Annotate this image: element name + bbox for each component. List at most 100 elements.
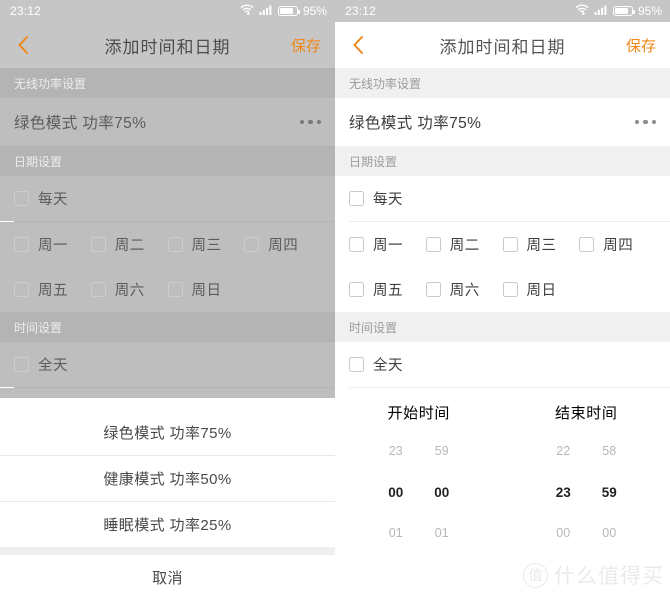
end-minute-prev[interactable]: 58 bbox=[586, 431, 632, 472]
start-time-picker: 23 00 01 59 00 01 bbox=[335, 431, 503, 554]
start-minute-next[interactable]: 01 bbox=[419, 513, 465, 554]
checkbox-item-sat[interactable]: 周六 bbox=[425, 279, 503, 300]
checkbox-thu[interactable] bbox=[244, 237, 260, 252]
checkbox-row-allday[interactable]: 全天 bbox=[0, 342, 335, 387]
checkbox-item-everyday[interactable]: 每天 bbox=[14, 188, 68, 209]
checkbox-label-everyday: 每天 bbox=[373, 192, 403, 208]
checkbox-item-sun[interactable]: 周日 bbox=[502, 279, 580, 300]
checkbox-item-wed[interactable]: 周三 bbox=[502, 234, 580, 255]
start-hour-next[interactable]: 01 bbox=[373, 513, 419, 554]
checkbox-sat[interactable] bbox=[90, 282, 106, 297]
action-sheet-cancel-button[interactable]: 取消 bbox=[0, 555, 335, 600]
checkbox-label-sun: 周日 bbox=[526, 283, 557, 299]
checkbox-item-allday[interactable]: 全天 bbox=[14, 354, 68, 375]
status-bar-indicators: 95% bbox=[240, 4, 327, 18]
more-horizontal-icon[interactable] bbox=[634, 119, 656, 125]
checkbox-everyday[interactable] bbox=[349, 191, 364, 206]
checkbox-allday[interactable] bbox=[349, 357, 364, 372]
time-picker-body: 23 00 01 59 00 01 22 23 00 58 59 00 bbox=[335, 431, 670, 554]
end-hour-wheel[interactable]: 22 23 00 bbox=[540, 431, 586, 554]
end-hour-selected[interactable]: 23 bbox=[540, 472, 586, 513]
start-hour-prev[interactable]: 23 bbox=[373, 431, 419, 472]
battery-percent-label: 95% bbox=[302, 4, 327, 18]
checkbox-fri[interactable] bbox=[349, 282, 364, 297]
wifi-icon bbox=[240, 4, 254, 18]
checkbox-row-weekdays-2: 周五 周六 周日 bbox=[335, 267, 670, 312]
checkbox-item-fri[interactable]: 周五 bbox=[14, 279, 91, 300]
checkbox-item-everyday[interactable]: 每天 bbox=[349, 188, 403, 209]
checkbox-allday[interactable] bbox=[14, 357, 29, 372]
checkbox-row-everyday[interactable]: 每天 bbox=[0, 176, 335, 221]
phone-screen-left: 23:12 95% 添加时间和日期 保存 无线功率设置 绿色模式 功率75% 日… bbox=[0, 0, 335, 600]
end-time-picker: 22 23 00 58 59 00 bbox=[503, 431, 670, 554]
section-header-time: 时间设置 bbox=[335, 312, 670, 342]
checkbox-sat[interactable] bbox=[425, 282, 441, 297]
checkbox-item-wed[interactable]: 周三 bbox=[167, 234, 245, 255]
dimmed-filler bbox=[0, 388, 335, 398]
checkbox-wed[interactable] bbox=[167, 237, 183, 252]
checkbox-row-allday[interactable]: 全天 bbox=[335, 342, 670, 387]
section-header-date: 日期设置 bbox=[0, 146, 335, 176]
section-header-time: 时间设置 bbox=[0, 312, 335, 342]
page-title: 添加时间和日期 bbox=[104, 37, 231, 57]
checkbox-item-tue[interactable]: 周二 bbox=[425, 234, 503, 255]
checkbox-sun[interactable] bbox=[502, 282, 518, 297]
checkbox-item-mon[interactable]: 周一 bbox=[14, 234, 91, 255]
end-minute-selected[interactable]: 59 bbox=[586, 472, 632, 513]
checkbox-item-tue[interactable]: 周二 bbox=[90, 234, 168, 255]
end-minute-next[interactable]: 00 bbox=[586, 513, 632, 554]
start-minute-wheel[interactable]: 59 00 01 bbox=[419, 431, 465, 554]
power-mode-row[interactable]: 绿色模式 功率75% bbox=[0, 98, 335, 146]
checkbox-item-allday[interactable]: 全天 bbox=[349, 354, 403, 375]
checkbox-label-allday: 全天 bbox=[38, 358, 68, 374]
action-sheet-gap bbox=[0, 547, 335, 555]
start-hour-selected[interactable]: 00 bbox=[373, 472, 419, 513]
checkbox-sun[interactable] bbox=[167, 282, 183, 297]
app-header: 添加时间和日期 保存 bbox=[0, 22, 335, 68]
checkbox-everyday[interactable] bbox=[14, 191, 29, 206]
checkbox-item-thu[interactable]: 周四 bbox=[579, 234, 656, 255]
watermark-text: 什么值得买 bbox=[554, 565, 664, 588]
checkbox-mon[interactable] bbox=[349, 237, 364, 252]
checkbox-item-fri[interactable]: 周五 bbox=[349, 279, 426, 300]
battery-icon bbox=[612, 6, 635, 16]
checkbox-item-thu[interactable]: 周四 bbox=[244, 234, 321, 255]
checkbox-item-mon[interactable]: 周一 bbox=[349, 234, 426, 255]
save-button[interactable]: 保存 bbox=[626, 35, 656, 56]
checkbox-item-sun[interactable]: 周日 bbox=[167, 279, 245, 300]
more-horizontal-icon[interactable] bbox=[299, 119, 321, 125]
action-sheet: 绿色模式 功率75% 健康模式 功率50% 睡眠模式 功率25% 取消 bbox=[0, 410, 335, 600]
power-mode-row[interactable]: 绿色模式 功率75% bbox=[335, 98, 670, 146]
checkbox-tue[interactable] bbox=[425, 237, 441, 252]
checkbox-row-weekdays-2: 周五 周六 周日 bbox=[0, 267, 335, 312]
phone-screen-right: 23:12 95% 添加时间和日期 保存 无线功率设置 绿色模式 功率75% 日… bbox=[335, 0, 670, 600]
section-header-power: 无线功率设置 bbox=[0, 68, 335, 98]
checkbox-mon[interactable] bbox=[14, 237, 29, 252]
end-hour-next[interactable]: 00 bbox=[540, 513, 586, 554]
checkbox-label-everyday: 每天 bbox=[38, 192, 68, 208]
start-minute-selected[interactable]: 00 bbox=[419, 472, 465, 513]
signal-bars-icon bbox=[259, 4, 273, 18]
end-hour-prev[interactable]: 22 bbox=[540, 431, 586, 472]
checkbox-label-fri: 周五 bbox=[373, 283, 403, 299]
start-hour-wheel[interactable]: 23 00 01 bbox=[373, 431, 419, 554]
checkbox-label-wed: 周三 bbox=[526, 238, 557, 254]
checkbox-fri[interactable] bbox=[14, 282, 29, 297]
checkbox-row-weekdays-1: 周一 周二 周三 周四 bbox=[335, 222, 670, 267]
save-button[interactable]: 保存 bbox=[291, 35, 321, 56]
checkbox-tue[interactable] bbox=[90, 237, 106, 252]
end-minute-wheel[interactable]: 58 59 00 bbox=[586, 431, 632, 554]
checkbox-label-mon: 周一 bbox=[373, 238, 403, 254]
checkbox-thu[interactable] bbox=[579, 237, 595, 252]
wifi-icon bbox=[575, 4, 589, 18]
status-bar-clock: 23:12 bbox=[345, 4, 377, 18]
checkbox-item-sat[interactable]: 周六 bbox=[90, 279, 168, 300]
action-sheet-option-sleep[interactable]: 睡眠模式 功率25% bbox=[0, 502, 335, 547]
start-minute-prev[interactable]: 59 bbox=[419, 431, 465, 472]
action-sheet-option-health[interactable]: 健康模式 功率50% bbox=[0, 456, 335, 501]
checkbox-row-everyday[interactable]: 每天 bbox=[335, 176, 670, 221]
action-sheet-option-green[interactable]: 绿色模式 功率75% bbox=[0, 410, 335, 455]
watermark: 值 什么值得买 bbox=[523, 560, 664, 590]
checkbox-wed[interactable] bbox=[502, 237, 518, 252]
time-picker-headers: 开始时间 结束时间 bbox=[335, 388, 670, 423]
